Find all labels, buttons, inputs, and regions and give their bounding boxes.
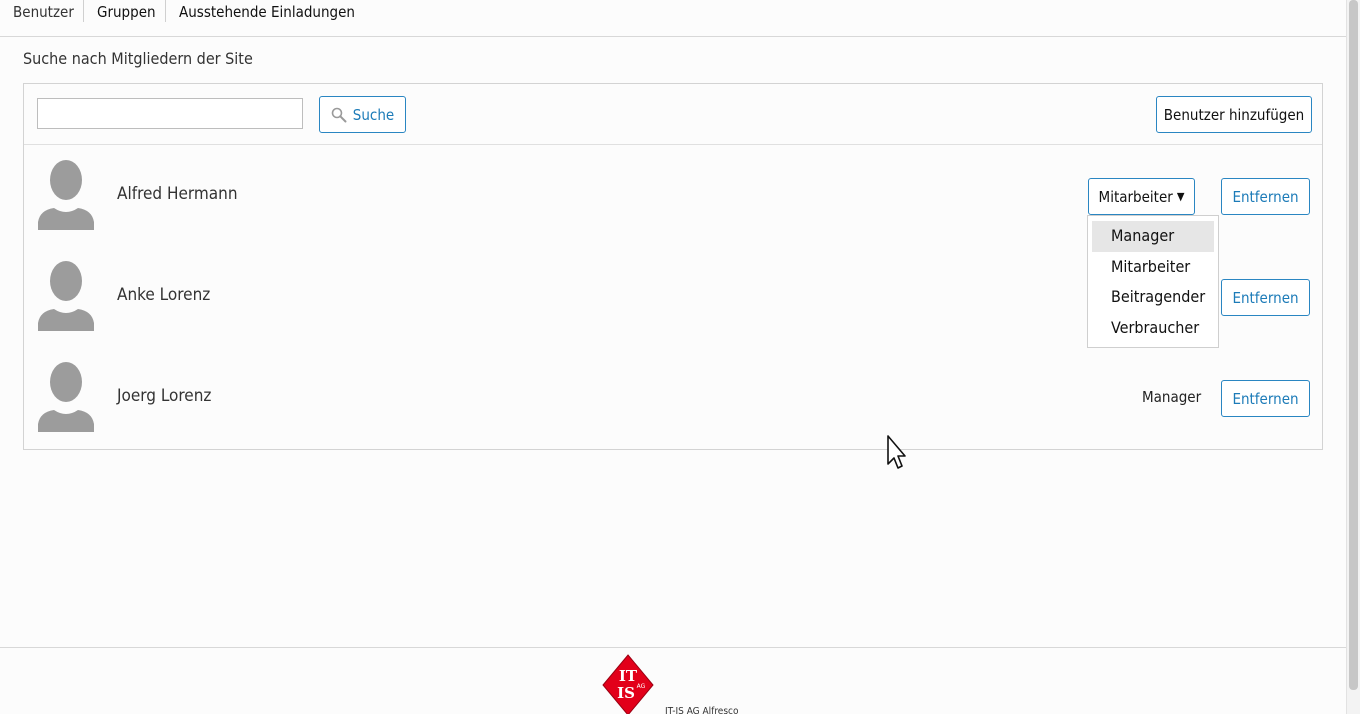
tab-benutzer[interactable]: Benutzer: [13, 2, 74, 22]
page: Benutzer Gruppen Ausstehende Einladungen…: [0, 0, 1360, 714]
search-bar: Suche Benutzer hinzufügen: [24, 84, 1322, 145]
member-row: Joerg Lorenz Manager Entfernen: [24, 347, 1322, 448]
role-option-mitarbeiter[interactable]: Mitarbeiter: [1092, 252, 1214, 283]
tab-gruppen[interactable]: Gruppen: [97, 2, 156, 22]
scrollbar-thumb[interactable]: [1349, 0, 1358, 690]
footer: IT IS AG IT-IS AG Alfresco: [0, 647, 1346, 714]
member-name: Anke Lorenz: [117, 285, 211, 305]
tab-bar: Benutzer Gruppen Ausstehende Einladungen: [0, 0, 1346, 37]
role-dropdown-label: Mitarbeiter: [1098, 187, 1173, 206]
tab-divider: [83, 0, 84, 22]
role-dropdown-menu: Manager Mitarbeiter Beitragender Verbrau…: [1087, 215, 1219, 348]
member-role: Manager: [1142, 388, 1202, 406]
page-title: Suche nach Mitgliedern der Site: [23, 49, 253, 68]
company-logo[interactable]: IT IS AG: [601, 652, 655, 714]
member-name: Alfred Hermann: [117, 184, 238, 204]
search-icon: [331, 107, 347, 123]
search-input[interactable]: [37, 98, 303, 129]
remove-button[interactable]: Entfernen: [1221, 178, 1310, 215]
search-button[interactable]: Suche: [319, 96, 406, 133]
svg-text:IS: IS: [617, 684, 635, 702]
vertical-scrollbar[interactable]: [1346, 0, 1360, 714]
svg-text:IT: IT: [619, 667, 638, 685]
avatar: [38, 362, 94, 432]
add-user-button[interactable]: Benutzer hinzufügen: [1156, 96, 1312, 133]
remove-button[interactable]: Entfernen: [1221, 279, 1310, 316]
role-option-manager[interactable]: Manager: [1092, 221, 1214, 252]
caret-down-icon: ▼: [1176, 190, 1185, 203]
tab-ausstehende-einladungen[interactable]: Ausstehende Einladungen: [179, 2, 355, 22]
avatar: [38, 261, 94, 331]
remove-button[interactable]: Entfernen: [1221, 380, 1310, 417]
footer-text: IT-IS AG Alfresco: [665, 706, 739, 714]
role-dropdown[interactable]: Mitarbeiter ▼: [1088, 178, 1195, 215]
member-name: Joerg Lorenz: [117, 386, 212, 406]
mouse-cursor-icon: [887, 435, 906, 469]
svg-text:AG: AG: [637, 683, 646, 690]
role-option-verbraucher[interactable]: Verbraucher: [1092, 313, 1214, 344]
avatar: [38, 160, 94, 230]
search-button-label: Suche: [352, 105, 395, 124]
role-option-beitragender[interactable]: Beitragender: [1092, 282, 1214, 313]
tab-divider: [165, 0, 166, 22]
